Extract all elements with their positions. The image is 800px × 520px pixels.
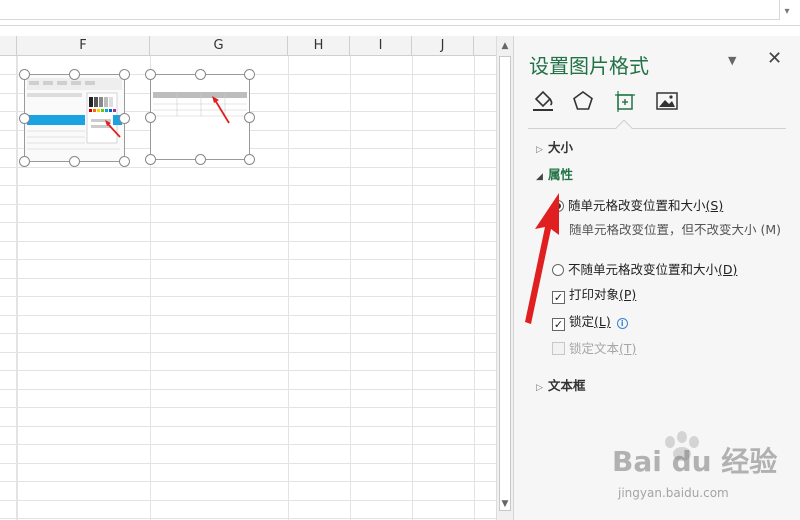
grid-column-line xyxy=(17,56,18,520)
worksheet-grid[interactable]: F G H I J xyxy=(0,36,496,520)
grid-row-line xyxy=(0,463,496,464)
info-icon[interactable]: i xyxy=(616,318,628,329)
embedded-picture-2[interactable] xyxy=(150,74,250,160)
column-header-g[interactable]: G xyxy=(150,36,288,56)
formula-bar-strip: ▾ xyxy=(0,0,800,26)
picture-2-handle-bl[interactable] xyxy=(145,154,156,165)
section-properties[interactable]: ◢ 属性 xyxy=(536,164,573,183)
column-header-next[interactable] xyxy=(474,36,496,56)
grid-row-line xyxy=(0,167,496,168)
picture-2-handle-b[interactable] xyxy=(195,154,206,165)
grid-row-line xyxy=(0,333,496,334)
cell-column-e-edge xyxy=(0,56,17,520)
picture-2-handle-t[interactable] xyxy=(195,69,206,80)
picture-1-handle-r[interactable] xyxy=(119,113,130,124)
picture-2-handle-r[interactable] xyxy=(244,112,255,123)
pane-title: 设置图片格式 xyxy=(529,54,649,78)
column-header-j[interactable]: J xyxy=(412,36,474,56)
formula-input[interactable] xyxy=(0,0,780,20)
grid-row-line xyxy=(0,481,496,482)
annotation-arrow xyxy=(525,193,559,324)
grid-row-line xyxy=(0,259,496,260)
grid-row-line xyxy=(0,426,496,427)
grid-row-line xyxy=(0,500,496,501)
grid-row-line xyxy=(0,185,496,186)
picture-2-handle-l[interactable] xyxy=(145,112,156,123)
expanded-triangle-icon: ◢ xyxy=(536,172,543,182)
radio-dont-move[interactable]: 不随单元格改变位置和大小(D) xyxy=(552,259,737,278)
effects-icon[interactable] xyxy=(570,88,596,114)
radio-move-and-size[interactable]: 随单元格改变位置和大小(S) xyxy=(552,195,723,214)
tabs-divider xyxy=(528,128,786,129)
picture-1-thumbnail xyxy=(25,75,124,161)
picture-icon[interactable] xyxy=(654,88,680,114)
vertical-scrollbar[interactable]: ▲ ▼ xyxy=(496,36,513,520)
watermark-brand: Bai du 经验 xyxy=(612,445,778,478)
grid-row-line xyxy=(0,389,496,390)
grid-row-line xyxy=(0,278,496,279)
picture-2-handle-br[interactable] xyxy=(244,154,255,165)
section-textbox[interactable]: ▷ 文本框 xyxy=(536,375,586,394)
checkbox-lock-text: 锁定文本(T) xyxy=(552,338,636,357)
fill-line-icon[interactable] xyxy=(530,88,556,114)
column-header-row: F G H I J xyxy=(0,36,496,56)
checkbox-disabled-icon xyxy=(552,342,565,355)
picture-2-thumbnail xyxy=(151,75,249,159)
column-header-i[interactable]: I xyxy=(350,36,412,56)
picture-2-handle-tr[interactable] xyxy=(244,69,255,80)
grid-row-line xyxy=(0,204,496,205)
grid-row-line xyxy=(0,518,496,519)
picture-1-handle-tr[interactable] xyxy=(119,69,130,80)
grid-row-line xyxy=(0,222,496,223)
active-tab-pointer xyxy=(615,119,633,137)
picture-2-handle-tl[interactable] xyxy=(145,69,156,80)
scrollbar-thumb[interactable] xyxy=(499,56,511,511)
scroll-up-icon[interactable]: ▲ xyxy=(499,40,511,52)
collapsed-triangle-icon: ▷ xyxy=(536,383,543,393)
radio-move-only-label-obscured: 随单元格改变位置，但不改变大小 (M) xyxy=(569,224,782,237)
watermark-url: jingyan.baidu.com xyxy=(618,486,729,500)
pane-options-icon[interactable]: ▼ xyxy=(728,54,736,67)
column-header-f[interactable]: F xyxy=(17,36,150,56)
grid-row-line xyxy=(0,296,496,297)
grid-column-line xyxy=(412,56,413,520)
formula-expand-icon[interactable]: ▾ xyxy=(780,4,794,20)
grid-row-line xyxy=(0,352,496,353)
grid-column-line xyxy=(474,56,475,520)
pane-tabs xyxy=(530,88,785,118)
grid-row-line xyxy=(0,370,496,371)
close-icon[interactable]: ✕ xyxy=(767,48,782,69)
embedded-picture-1[interactable] xyxy=(24,74,125,162)
picture-1-handle-b[interactable] xyxy=(69,156,80,167)
collapsed-triangle-icon: ▷ xyxy=(536,145,543,155)
grid-row-line xyxy=(0,444,496,445)
column-header-h[interactable]: H xyxy=(288,36,350,56)
grid-row-line xyxy=(0,315,496,316)
section-size[interactable]: ▷ 大小 xyxy=(536,137,573,156)
grid-row-line xyxy=(0,407,496,408)
size-properties-icon[interactable] xyxy=(612,88,638,114)
scroll-down-icon[interactable]: ▼ xyxy=(499,498,511,510)
grid-column-line xyxy=(350,56,351,520)
picture-1-handle-tl[interactable] xyxy=(19,69,30,80)
column-header-prev[interactable] xyxy=(0,36,17,56)
picture-1-handle-l[interactable] xyxy=(19,113,30,124)
picture-1-handle-bl[interactable] xyxy=(19,156,30,167)
picture-1-handle-t[interactable] xyxy=(69,69,80,80)
grid-row-line xyxy=(0,241,496,242)
picture-1-handle-br[interactable] xyxy=(119,156,130,167)
grid-column-line xyxy=(288,56,289,520)
